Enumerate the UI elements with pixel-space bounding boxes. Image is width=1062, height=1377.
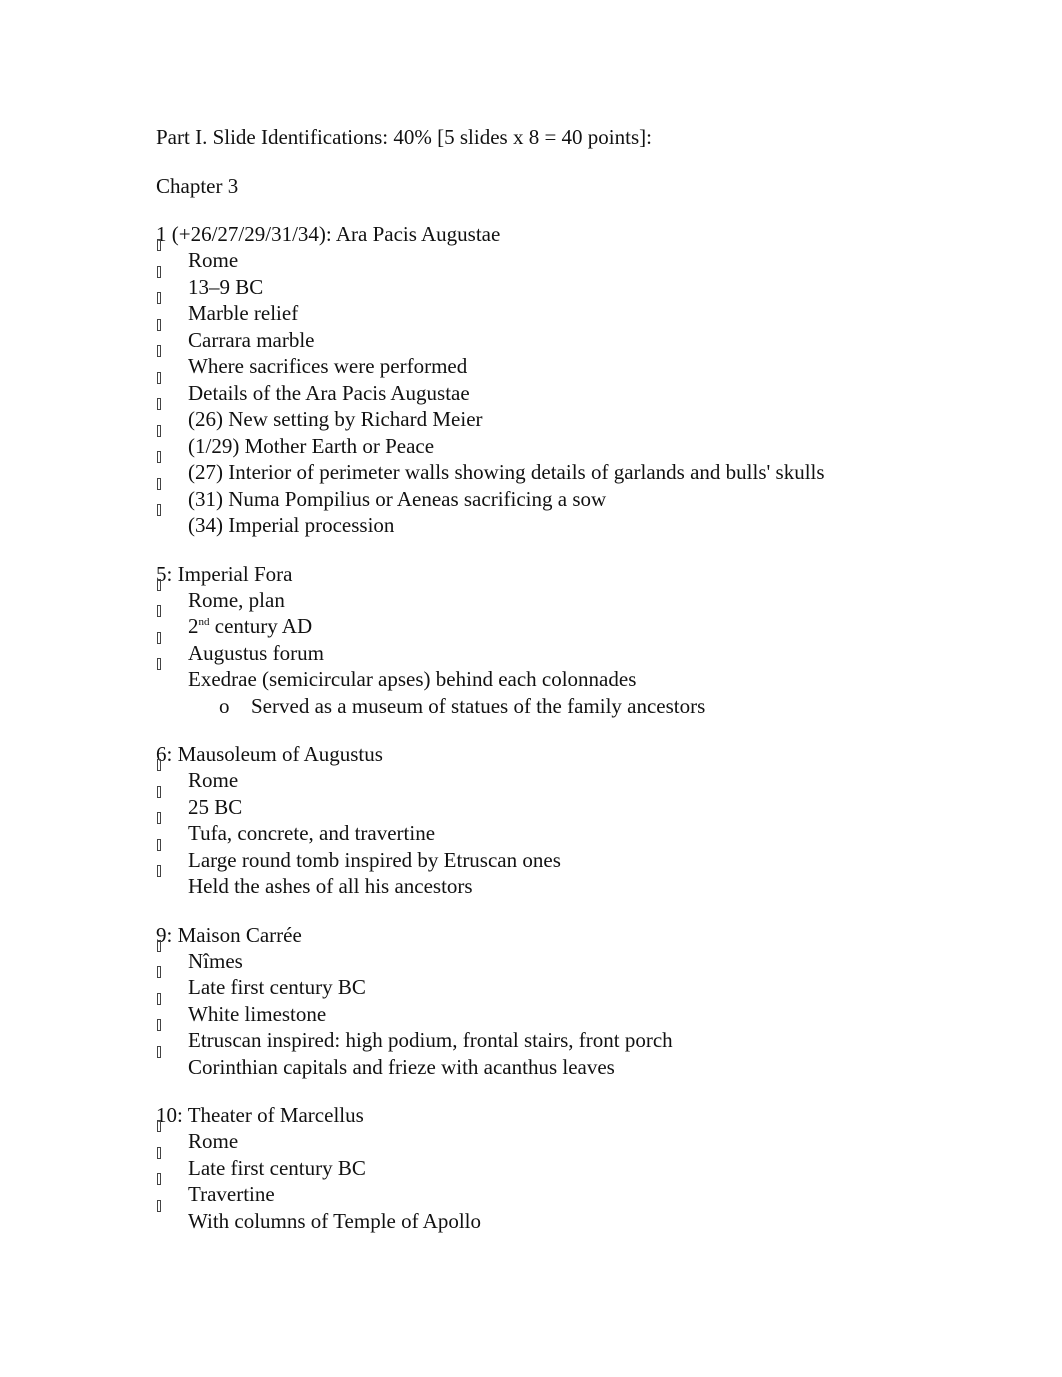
list-item: Late first century BC [156, 1146, 976, 1182]
list-item: Rome [156, 1120, 976, 1155]
list-item: Augustus forum [156, 631, 976, 667]
list-item: (31) Numa Pompilius or Aeneas sacrificin… [156, 477, 976, 513]
bullet-icon [156, 504, 188, 532]
list-item: Large round tomb inspired by Etruscan on… [156, 838, 976, 874]
list-item: 25 BC [156, 785, 976, 821]
list-item-text: Rome [188, 248, 239, 272]
bullet-icon [156, 658, 188, 686]
ordinal-number: 2 [188, 614, 199, 638]
list-item-text: Late first century BC [188, 1155, 366, 1180]
list-item-text: Nîmes [188, 948, 243, 973]
list-item: Where sacrifices were performed [156, 345, 976, 380]
list-item: (1/29) Mother Earth or Peace [156, 424, 976, 460]
section-theater-marcellus: 10: Theater of Marcellus Rome Late first… [156, 1102, 976, 1234]
part-title: Slide Identifications: 40% [5 slides x 8… [212, 125, 652, 149]
list-item: Late first century BC [156, 966, 976, 1001]
list-item-text: Where sacrifices were performed [188, 354, 468, 378]
list-item-text: Marble relief [188, 301, 299, 325]
list-item: Marble relief [156, 292, 976, 327]
list-item: (27) Interior of perimeter walls showing… [156, 451, 976, 486]
list-item: Tufa, concrete, and travertine [156, 812, 976, 847]
list-item-text: White limestone [188, 1001, 327, 1026]
part-label: Part I. [156, 125, 208, 149]
document-body: Part I. Slide Identifications: 40% [5 sl… [156, 124, 976, 1234]
section-heading: 6: Mausoleum of Augustus [156, 742, 383, 766]
list-item: Nîmes [156, 939, 976, 975]
list-item: 13–9 BC [156, 265, 976, 301]
list-item-text: Etruscan inspired: high podium, frontal … [188, 1028, 673, 1052]
list-item-text: With columns of Temple of Apollo [188, 1208, 482, 1233]
document-page: Part I. Slide Identifications: 40% [5 sl… [0, 0, 1062, 1377]
list-item: (34) Imperial procession [156, 504, 976, 539]
list-item-text: Tufa, concrete, and travertine [188, 821, 436, 845]
list-item-text: Carrara marble [188, 327, 315, 352]
list-item-text: 13–9 BC [188, 274, 264, 299]
section-heading: 9: Maison Carrée [156, 922, 302, 947]
bullet-icon [156, 1199, 188, 1228]
list-item-text: Augustus forum [188, 640, 324, 665]
list-item: Rome [156, 759, 976, 794]
section-ara-pacis: 1 (+26/27/29/31/34): Ara Pacis Augustae … [156, 221, 976, 539]
section-heading: 5: Imperial Fora [156, 561, 293, 586]
list-item: Exedrae (semicircular apses) behind each… [156, 658, 976, 693]
list-item-text: 2nd century AD [188, 613, 312, 640]
list-item-text: (1/29) Mother Earth or Peace [188, 433, 435, 458]
bullet-icon [156, 1045, 188, 1074]
list-item-text: Rome, plan [188, 587, 285, 612]
list-item: Carrara marble [156, 318, 976, 354]
bullet-icon [156, 865, 188, 893]
sub-bullet-marker: o [219, 693, 230, 718]
list-item-text: Travertine [188, 1182, 275, 1206]
list-item: Rome [156, 239, 976, 274]
list-item-text: Details of the Ara Pacis Augustae [188, 380, 470, 405]
list-item: Travertine [156, 1173, 976, 1208]
list-item: Rome, plan [156, 578, 976, 614]
chapter-heading: Chapter 3 [156, 173, 239, 198]
list-item-text: 25 BC [188, 794, 243, 819]
sub-list-item-text: Served as a museum of statues of the fam… [251, 693, 706, 718]
section-imperial-fora: 5: Imperial Fora Rome, plan 2nd century … [156, 561, 976, 720]
list-item-text: (27) Interior of perimeter walls showing… [188, 460, 825, 484]
sub-list-item: o Served as a museum of statues of the fa… [156, 693, 976, 720]
section-mausoleum: 6: Mausoleum of Augustus Rome 25 BC Tufa… [156, 741, 976, 900]
list-item-text: (26) New setting by Richard Meier [188, 407, 483, 431]
list-item: Held the ashes of all his ancestors [156, 865, 976, 900]
list-item: With columns of Temple of Apollo [156, 1199, 976, 1235]
ordinal-rest: century AD [209, 614, 313, 638]
section-maison-carree: 9: Maison Carrée Nîmes Late first centur… [156, 922, 976, 1081]
section-heading: 10: Theater of Marcellus [156, 1103, 364, 1127]
ordinal-suffix: nd [198, 616, 210, 628]
list-item: (26) New setting by Richard Meier [156, 398, 976, 433]
section-heading: 1 (+26/27/29/31/34): Ara Pacis Augustae [156, 222, 501, 246]
list-item-text: Rome [188, 1129, 239, 1153]
list-item-text: Exedrae (semicircular apses) behind each… [188, 667, 637, 691]
list-item-text: Rome [188, 768, 239, 792]
list-item: Etruscan inspired: high podium, frontal … [156, 1019, 976, 1054]
list-item: White limestone [156, 992, 976, 1028]
list-item-text: (34) Imperial procession [188, 513, 395, 537]
list-item-text: Large round tomb inspired by Etruscan on… [188, 847, 561, 872]
list-item: Details of the Ara Pacis Augustae [156, 371, 976, 407]
list-item-text: Late first century BC [188, 975, 366, 999]
list-item: Corinthian capitals and frieze with acan… [156, 1045, 976, 1081]
list-item-text: Corinthian capitals and frieze with acan… [188, 1054, 615, 1079]
part-heading: Part I. Slide Identifications: 40% [5 sl… [156, 124, 976, 151]
list-item-text: (31) Numa Pompilius or Aeneas sacrificin… [188, 486, 607, 511]
list-item: 2nd century AD [156, 605, 976, 640]
list-item-text: Held the ashes of all his ancestors [188, 874, 473, 898]
